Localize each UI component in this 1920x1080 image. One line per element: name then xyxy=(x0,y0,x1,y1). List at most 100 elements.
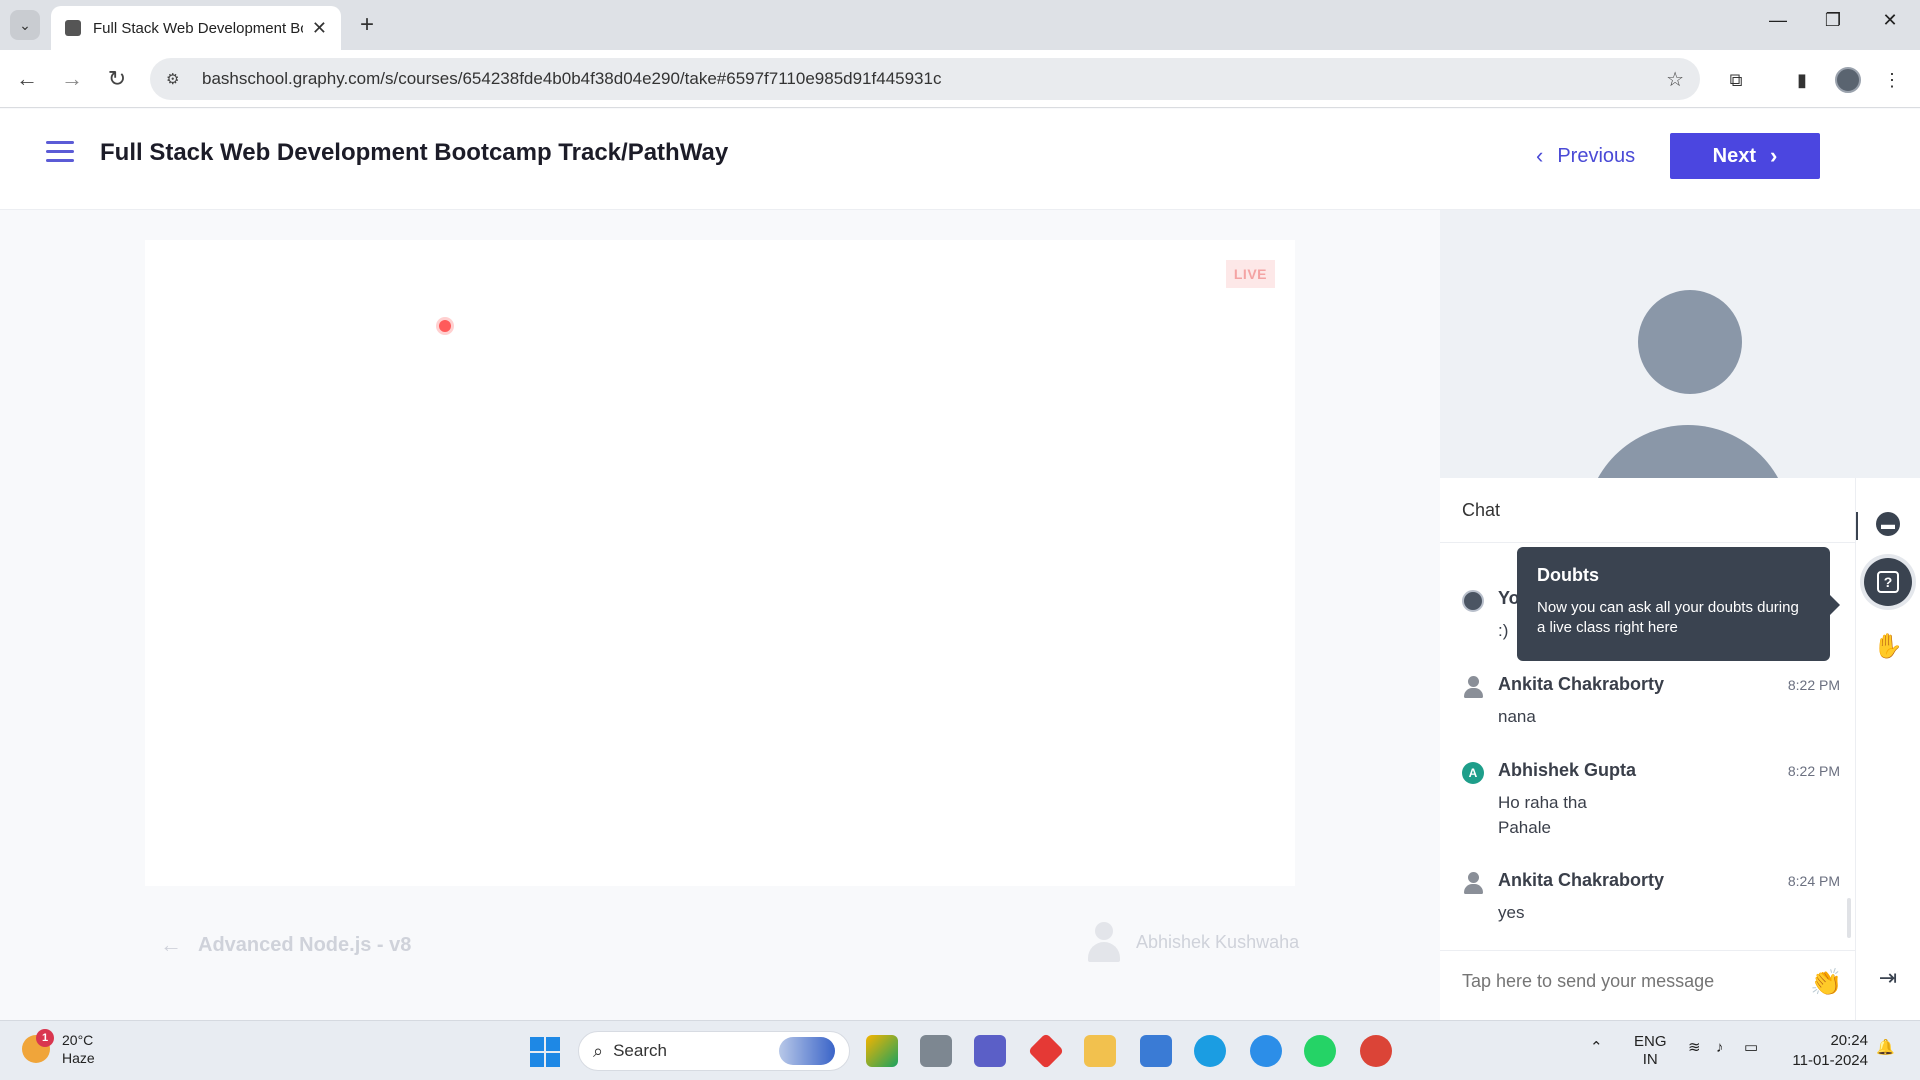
course-title: Full Stack Web Development Bootcamp Trac… xyxy=(100,139,729,166)
app-diamond-icon[interactable] xyxy=(1027,1032,1065,1070)
minimize-icon[interactable]: — xyxy=(1758,10,1798,31)
exit-icon[interactable]: ⇥ xyxy=(1870,960,1906,996)
profile-avatar[interactable] xyxy=(1834,66,1862,94)
previous-lesson-link[interactable]: ← Advanced Node.js - v8 xyxy=(160,932,411,958)
reload-icon[interactable]: ↻ xyxy=(102,64,132,94)
chat-message: Ankita Chakraborty 8:24 PM yes xyxy=(1462,870,1842,922)
avatar: A xyxy=(1462,762,1484,784)
previous-label: Previous xyxy=(1557,144,1636,167)
hamburger-menu-icon[interactable] xyxy=(46,141,74,163)
live-badge: LIVE xyxy=(1225,260,1275,288)
next-label: Next xyxy=(1712,144,1757,167)
message-time: 8:24 PM xyxy=(1787,873,1840,889)
clap-icon[interactable]: 👏 xyxy=(1810,967,1842,998)
live-video-player[interactable]: LIVE xyxy=(145,240,1295,886)
instructor-name: Abhishek Kushwaha xyxy=(1136,931,1300,952)
forward-icon[interactable]: → xyxy=(57,64,87,94)
wifi-icon[interactable]: ≋ xyxy=(1688,1039,1701,1057)
teams-chat-icon[interactable] xyxy=(974,1035,1006,1067)
address-bar[interactable]: ⚙ bashschool.graphy.com/s/courses/654238… xyxy=(150,58,1700,100)
side-icon-rail: ▬ ? ✋ ⇥ xyxy=(1856,478,1920,1020)
chat-message: A Abhishek Gupta 8:22 PM Ho raha tha Pah… xyxy=(1462,760,1842,837)
chevron-left-icon: ‹ xyxy=(1536,143,1544,168)
chat-title: Chat xyxy=(1462,500,1501,520)
weather-desc: Haze xyxy=(62,1050,95,1066)
search-label: Search xyxy=(613,1041,667,1060)
message-time: 8:22 PM xyxy=(1787,677,1840,693)
search-highlight-icon xyxy=(779,1037,835,1065)
notification-badge: 1 xyxy=(36,1029,54,1047)
chat-composer: 👏 xyxy=(1440,950,1856,1020)
browser-tab[interactable]: Full Stack Web Development Bc ✕ xyxy=(51,6,341,50)
chat-message: Ankita Chakraborty 8:22 PM nana xyxy=(1462,674,1842,726)
next-button[interactable]: Next › xyxy=(1670,133,1820,179)
browser-tab-bar: ⌄ Full Stack Web Development Bc ✕ + — ❐ … xyxy=(0,0,1920,50)
previous-lesson-title: Advanced Node.js - v8 xyxy=(198,933,412,956)
chat-scrollbar[interactable] xyxy=(1847,898,1851,938)
user-avatar-icon xyxy=(1462,872,1484,894)
restore-icon[interactable]: ❐ xyxy=(1813,10,1853,31)
site-info-icon[interactable]: ⚙ xyxy=(166,70,186,88)
system-clock[interactable]: 20:24 11-01-2024 xyxy=(1780,1031,1868,1071)
new-tab-button[interactable]: + xyxy=(352,10,382,40)
battery-icon[interactable]: ▭ xyxy=(1744,1039,1758,1057)
weather-temp: 20°C xyxy=(62,1032,94,1048)
message-time: 8:22 PM xyxy=(1787,763,1840,779)
previous-button[interactable]: ‹ Previous xyxy=(1536,133,1635,179)
participant-video xyxy=(1440,210,1920,478)
message-text: :) xyxy=(1498,621,1509,640)
chat-icon[interactable]: ▬ xyxy=(1870,506,1906,542)
menu-kebab-icon[interactable]: ⋮ xyxy=(1878,66,1906,94)
doubts-tooltip: Doubts Now you can ask all your doubts d… xyxy=(1517,547,1840,661)
message-author: Abhishek Gupta xyxy=(1498,760,1637,780)
chat-message-input[interactable] xyxy=(1462,971,1782,992)
browser-toolbar: ← → ↻ ⚙ bashschool.graphy.com/s/courses/… xyxy=(0,50,1920,108)
doubts-icon[interactable]: ? xyxy=(1864,558,1912,606)
instructor-avatar-icon xyxy=(1086,922,1122,962)
tab-title: Full Stack Web Development Bc xyxy=(93,19,303,37)
avatar xyxy=(1462,590,1484,612)
os-taskbar: 1 20°C Haze ⌕ Search ⌃ ENG IN ≋ ♪ ▭ 20:2… xyxy=(0,1020,1920,1080)
close-tab-icon[interactable]: ✕ xyxy=(312,18,327,39)
message-author: Ankita Chakraborty xyxy=(1498,674,1665,694)
message-text: Ho raha tha Pahale xyxy=(1498,793,1587,837)
message-text: nana xyxy=(1498,707,1536,726)
back-icon[interactable]: ← xyxy=(12,64,42,94)
copilot-app-icon[interactable] xyxy=(866,1035,898,1067)
tooltip-title: Doubts xyxy=(1537,565,1599,585)
store-icon[interactable] xyxy=(1140,1035,1172,1067)
tooltip-text: Now you can ask all your doubts during a… xyxy=(1537,599,1799,636)
arrow-left-icon: ← xyxy=(160,932,182,957)
tab-list-button[interactable]: ⌄ xyxy=(10,10,40,40)
language-indicator[interactable]: ENG IN xyxy=(1634,1033,1667,1069)
search-icon: ⌕ xyxy=(593,1040,604,1061)
message-text: yes xyxy=(1498,903,1525,922)
app-header: Full Stack Web Development Bootcamp Trac… xyxy=(0,109,1920,210)
file-explorer-icon[interactable] xyxy=(1084,1035,1116,1067)
close-window-icon[interactable]: ✕ xyxy=(1870,10,1910,31)
edge-icon[interactable] xyxy=(1194,1035,1226,1067)
windows-start-icon[interactable] xyxy=(530,1037,560,1067)
participant-placeholder-icon xyxy=(1638,290,1742,394)
bookmark-star-icon[interactable]: ☆ xyxy=(1666,67,1684,92)
site-favicon-icon xyxy=(65,20,81,36)
url-text[interactable]: bashschool.graphy.com/s/courses/654238fd… xyxy=(202,69,1666,89)
weather-sun-icon: 1 xyxy=(22,1029,54,1063)
chrome-icon[interactable] xyxy=(1360,1035,1392,1067)
instructor-info: Abhishek Kushwaha xyxy=(1086,922,1299,962)
recording-dot-icon xyxy=(439,320,451,332)
side-panel-icon[interactable]: ▮ xyxy=(1788,66,1816,94)
user-avatar-icon xyxy=(1462,676,1484,698)
notification-bell-icon[interactable]: 🔔 xyxy=(1876,1039,1895,1057)
weather-widget[interactable]: 1 20°C Haze xyxy=(22,1029,95,1067)
task-view-icon[interactable] xyxy=(920,1035,952,1067)
show-hidden-icons-icon[interactable]: ⌃ xyxy=(1590,1039,1603,1057)
chevron-right-icon: › xyxy=(1770,143,1778,168)
help-icon[interactable] xyxy=(1250,1035,1282,1067)
volume-icon[interactable]: ♪ xyxy=(1716,1039,1724,1057)
raise-hand-icon[interactable]: ✋ xyxy=(1870,628,1906,664)
main-content: LIVE ← Advanced Node.js - v8 Abhishek Ku… xyxy=(0,210,1440,1020)
whatsapp-icon[interactable] xyxy=(1304,1035,1336,1067)
extensions-icon[interactable]: ⧉ xyxy=(1722,66,1750,94)
taskbar-search[interactable]: ⌕ Search xyxy=(578,1031,850,1071)
